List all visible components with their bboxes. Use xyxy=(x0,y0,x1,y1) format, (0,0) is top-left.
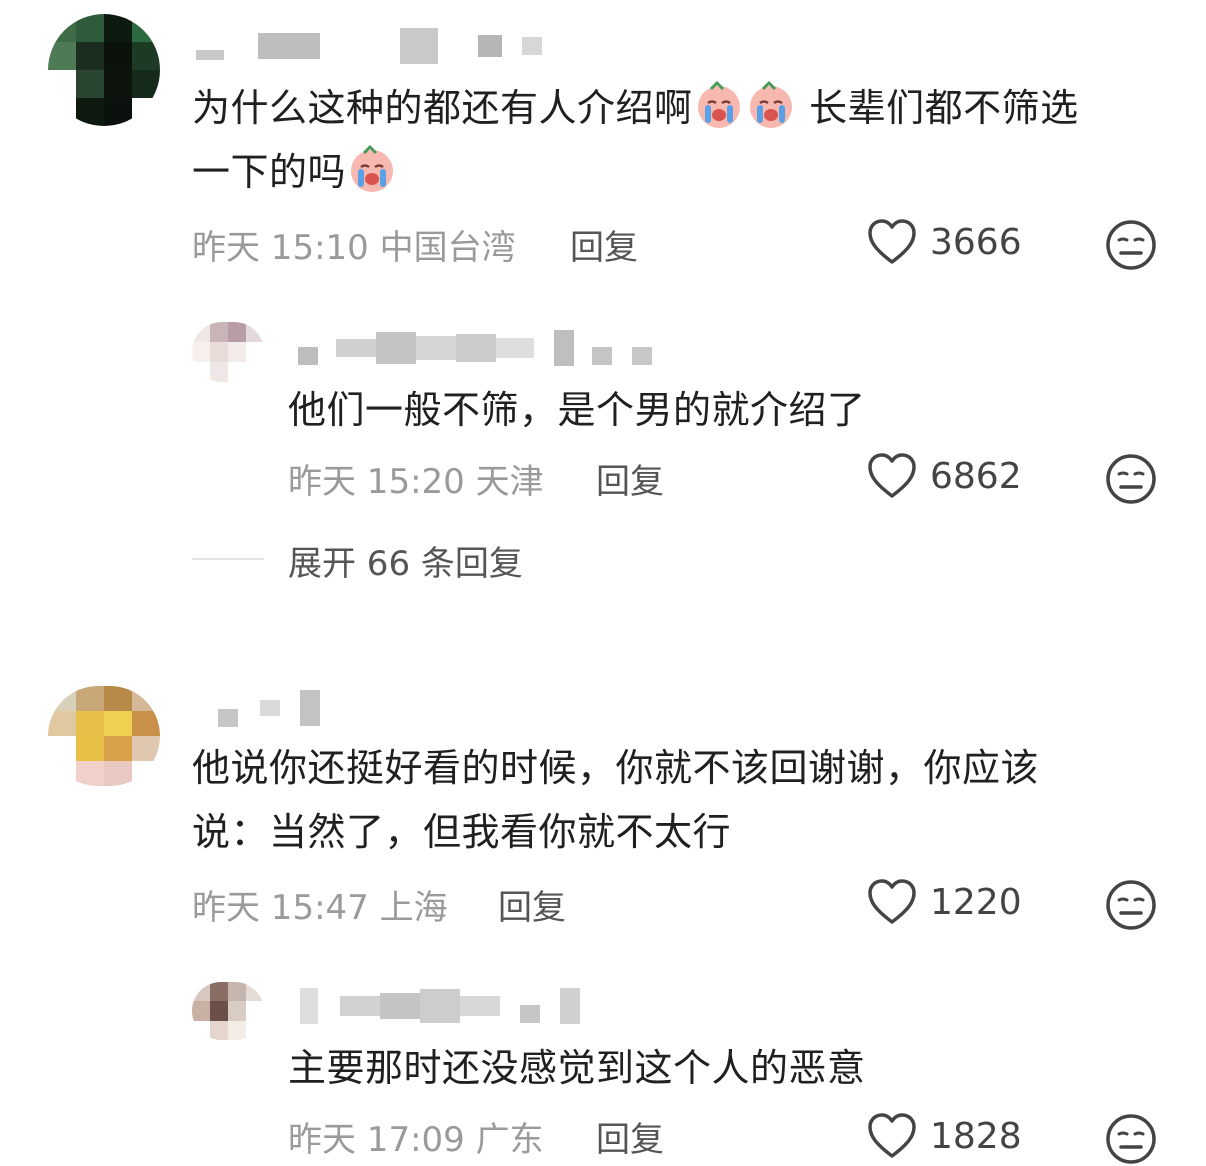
username[interactable] xyxy=(298,328,652,368)
comment-meta: 昨天 15:47 上海 xyxy=(192,880,448,929)
reply-button[interactable]: 回复 xyxy=(596,1112,664,1161)
timestamp: 昨天 15:10 xyxy=(192,228,369,268)
username[interactable] xyxy=(196,26,542,66)
timestamp: 昨天 15:20 xyxy=(288,462,465,502)
like-button[interactable]: 6862 xyxy=(866,452,1022,500)
like-count: 1220 xyxy=(930,881,1022,923)
meh-face-icon[interactable] xyxy=(1104,1112,1158,1166)
comment-text: 他说你还挺好看的时候，你就不该回谢谢，你应该 说：当然了，但我看你就不太行 xyxy=(192,746,1040,854)
location: 上海 xyxy=(379,888,448,928)
comment-meta: 昨天 15:10 中国台湾 xyxy=(192,220,516,269)
like-count: 3666 xyxy=(930,221,1022,263)
meh-face-icon[interactable] xyxy=(1104,878,1158,932)
username[interactable] xyxy=(300,986,580,1026)
avatar[interactable] xyxy=(48,686,160,786)
like-count: 6862 xyxy=(930,455,1022,497)
location: 广东 xyxy=(475,1120,544,1160)
location: 中国台湾 xyxy=(379,228,516,268)
heart-outline-icon xyxy=(868,219,916,264)
avatar[interactable] xyxy=(48,14,160,126)
location: 天津 xyxy=(475,462,544,502)
expand-replies-button[interactable]: 展开 66 条回复 xyxy=(288,536,523,585)
meh-face-icon[interactable] xyxy=(1104,218,1158,272)
meh-face-icon[interactable] xyxy=(1104,452,1158,506)
comment-text: 为什么这种的都还有人介绍啊 长辈们都不筛选 一下的吗 xyxy=(192,76,1172,204)
reply-button[interactable]: 回复 xyxy=(498,880,566,929)
like-button[interactable]: 3666 xyxy=(866,218,1022,266)
reply-button[interactable]: 回复 xyxy=(570,220,638,269)
avatar[interactable] xyxy=(192,982,264,1040)
username[interactable] xyxy=(218,688,320,728)
avatar[interactable] xyxy=(192,322,264,382)
like-button[interactable]: 1828 xyxy=(866,1112,1022,1160)
reply-text: 主要那时还没感觉到这个人的恶意 xyxy=(288,1046,866,1090)
crying-face-emoji xyxy=(697,80,740,128)
crying-face-emoji xyxy=(749,80,792,128)
comment-meta: 昨天 17:09 广东 xyxy=(288,1112,544,1161)
reply-button[interactable]: 回复 xyxy=(596,454,664,503)
like-count: 1828 xyxy=(930,1115,1022,1157)
heart-outline-icon xyxy=(868,1113,916,1158)
like-button[interactable]: 1220 xyxy=(866,878,1022,926)
heart-outline-icon xyxy=(868,453,916,498)
reply-text: 他们一般不筛，是个男的就介绍了 xyxy=(288,388,866,432)
timestamp: 昨天 15:47 xyxy=(192,888,369,928)
crying-face-emoji xyxy=(351,144,394,192)
comment-meta: 昨天 15:20 天津 xyxy=(288,454,544,503)
heart-outline-icon xyxy=(868,879,916,924)
timestamp: 昨天 17:09 xyxy=(288,1120,465,1160)
divider xyxy=(192,558,264,560)
